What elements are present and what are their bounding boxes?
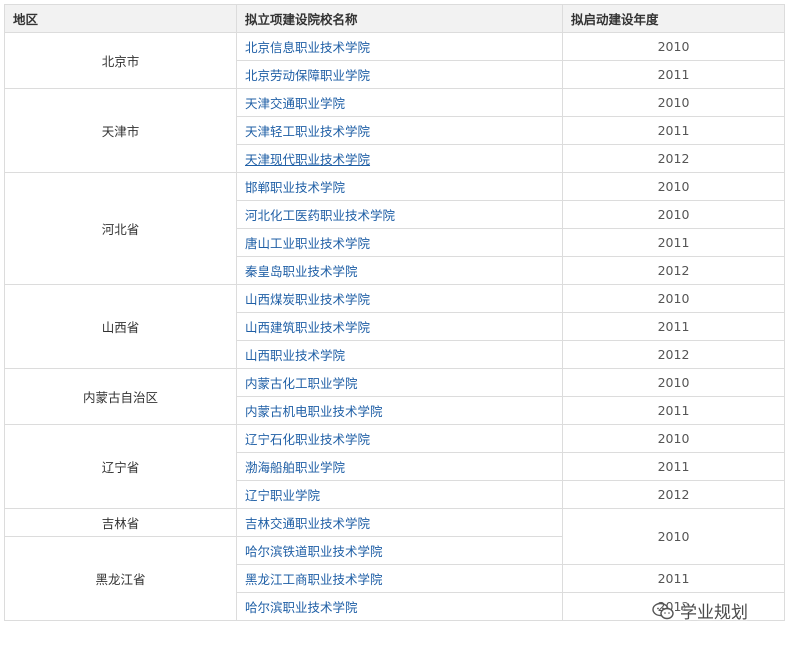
year-cell: 2011	[562, 564, 785, 593]
year-cell: 2012	[562, 480, 785, 509]
school-link[interactable]: 辽宁职业学院	[236, 480, 563, 509]
region-cell: 北京市	[4, 32, 237, 89]
school-link[interactable]: 哈尔滨铁道职业技术学院	[236, 536, 563, 565]
school-link[interactable]: 邯郸职业技术学院	[236, 172, 563, 201]
school-link[interactable]: 吉林交通职业技术学院	[236, 508, 563, 537]
year-cell: 2011	[562, 116, 785, 145]
table-row: 内蒙古自治区 内蒙古化工职业学院 2010	[4, 368, 785, 425]
table-row: 吉林省 吉林交通职业技术学院 2010	[4, 508, 785, 565]
header-school: 拟立项建设院校名称	[236, 4, 563, 33]
table-row: 辽宁省 辽宁石化职业技术学院 2010	[4, 424, 785, 509]
table-row: 天津市 天津交通职业学院 2010	[4, 88, 785, 173]
region-cell: 河北省	[4, 172, 237, 285]
school-link[interactable]: 山西职业技术学院	[236, 340, 563, 369]
school-link[interactable]: 黑龙江工商职业技术学院	[236, 564, 563, 593]
region-cell: 黑龙江省	[4, 536, 237, 621]
year-cell: 2012	[562, 256, 785, 285]
school-link[interactable]: 北京信息职业技术学院	[236, 32, 563, 61]
year-cell: 2011	[562, 228, 785, 257]
school-link[interactable]: 辽宁石化职业技术学院	[236, 424, 563, 453]
school-link[interactable]: 天津现代职业技术学院	[236, 144, 563, 173]
school-link[interactable]: 山西煤炭职业技术学院	[236, 284, 563, 313]
region-cell: 辽宁省	[4, 424, 237, 509]
year-cell: 2011	[562, 452, 785, 481]
year-cell: 2010	[562, 508, 785, 565]
school-link[interactable]: 唐山工业职业技术学院	[236, 228, 563, 257]
year-cell: 2010	[562, 200, 785, 229]
region-cell: 天津市	[4, 88, 237, 173]
wechat-icon	[652, 602, 674, 619]
table-row: 山西省 山西煤炭职业技术学院 2010	[4, 284, 785, 369]
watermark: 学业规划	[652, 598, 748, 623]
year-cell: 2010	[562, 284, 785, 313]
table-row: 北京市 北京信息职业技术学院 2010	[4, 32, 785, 89]
header-region: 地区	[4, 4, 237, 33]
region-cell: 山西省	[4, 284, 237, 369]
year-cell: 2010	[562, 88, 785, 117]
year-cell: 2010	[562, 368, 785, 397]
schools-table: 地区 拟立项建设院校名称 拟启动建设年度 北京市 北京信息职业技术学院 2010…	[4, 4, 785, 621]
school-link[interactable]: 内蒙古机电职业技术学院	[236, 396, 563, 425]
header-row: 地区 拟立项建设院校名称 拟启动建设年度	[4, 4, 785, 33]
year-cell: 2011	[562, 312, 785, 341]
watermark-text: 学业规划	[680, 603, 748, 623]
region-cell: 内蒙古自治区	[4, 368, 237, 425]
year-cell: 2012	[562, 340, 785, 369]
school-link[interactable]: 河北化工医药职业技术学院	[236, 200, 563, 229]
school-link[interactable]: 天津交通职业学院	[236, 88, 563, 117]
header-year: 拟启动建设年度	[562, 4, 785, 33]
year-cell: 2011	[562, 60, 785, 89]
year-cell: 2010	[562, 172, 785, 201]
school-link[interactable]: 北京劳动保障职业学院	[236, 60, 563, 89]
region-cell: 吉林省	[4, 508, 237, 537]
year-cell: 2011	[562, 396, 785, 425]
table-row: 河北省 邯郸职业技术学院 2010	[4, 172, 785, 285]
school-link[interactable]: 内蒙古化工职业学院	[236, 368, 563, 397]
school-link[interactable]: 秦皇岛职业技术学院	[236, 256, 563, 285]
school-link[interactable]: 山西建筑职业技术学院	[236, 312, 563, 341]
school-link[interactable]: 天津轻工职业技术学院	[236, 116, 563, 145]
year-cell: 2010	[562, 424, 785, 453]
school-link[interactable]: 渤海船舶职业学院	[236, 452, 563, 481]
year-cell: 2012	[562, 144, 785, 173]
year-cell: 2010	[562, 32, 785, 61]
school-link[interactable]: 哈尔滨职业技术学院	[236, 592, 563, 621]
